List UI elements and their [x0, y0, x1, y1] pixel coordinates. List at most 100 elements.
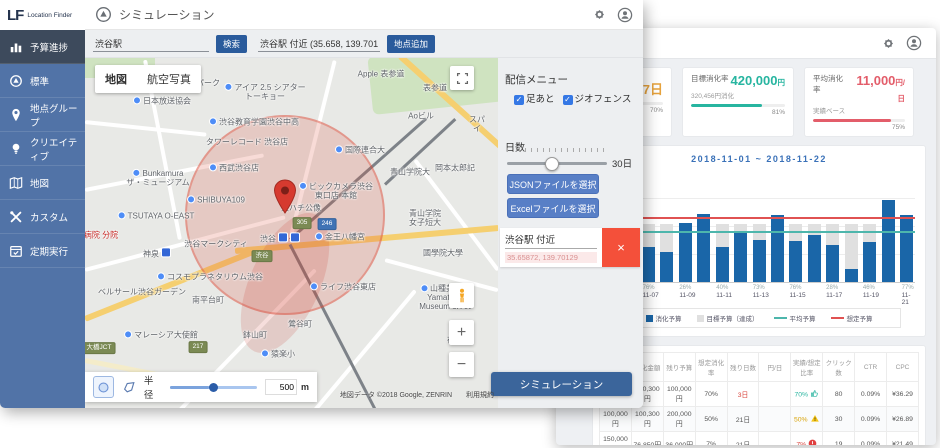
bar-group [882, 170, 895, 282]
map-label: スパイ [467, 115, 488, 133]
gear-icon[interactable] [881, 36, 896, 51]
zoom-in-button[interactable]: + [449, 320, 474, 345]
reference-line [603, 231, 915, 233]
radius-value-input[interactable] [265, 379, 297, 395]
days-slider-handle[interactable] [545, 157, 559, 171]
map-label: 青山学院 女子短大 [409, 209, 441, 227]
logo-monogram: LF [7, 7, 23, 24]
bar-group [642, 170, 655, 282]
table-cell [759, 407, 791, 432]
bar-group [660, 170, 673, 282]
table-row: 150,000円76,850円36,000円7%21日7%190.09%¥21.… [600, 432, 919, 445]
route-shield: 大橋JCT [85, 342, 115, 354]
poi-icon [209, 117, 217, 125]
table-cell: 70% [695, 382, 727, 407]
x-axis-tick: 40%11-11 [716, 285, 732, 299]
map-attribution: 地図データ ©2018 Google, ZENRIN [340, 390, 452, 400]
footprint-checkbox[interactable]: ✓足あと [514, 91, 555, 105]
delivery-panel: 配信メニュー ✓足あと ✓ジオフェンス 日数 30日 JSONファイルを選択 E… [498, 58, 643, 408]
map-label: コスモプラネタリウム渋谷 [157, 272, 263, 281]
bar-group [716, 170, 729, 282]
route-shield: 246 [318, 218, 337, 230]
add-location-button[interactable]: 地点追加 [387, 35, 435, 53]
card-percent: 75% [813, 124, 905, 131]
sidebar-item-1[interactable]: 予算進捗 [0, 30, 85, 64]
geofence-checkbox[interactable]: ✓ジオフェンス [563, 91, 632, 105]
days-slider[interactable] [507, 162, 607, 165]
map-label: 日本放送協会 [133, 96, 191, 105]
sidebar-item-label: カスタム [30, 210, 68, 224]
table-header-row: 予算消化金額残り予算想定消化率残り日数円/日実績/想定比率クリック数CTRCPC [600, 353, 919, 382]
circle-tool-icon[interactable] [93, 376, 114, 398]
kpi-card-target-rate: 目標消化率 420,000円 320,456円消化 81% [682, 67, 794, 137]
table-header-cell: 残り予算 [663, 353, 695, 382]
map-type-map[interactable]: 地図 [95, 65, 137, 93]
table-cell: 50% [695, 407, 727, 432]
sidebar-item-6[interactable]: カスタム [0, 200, 85, 234]
user-icon[interactable] [906, 35, 922, 51]
card-progress [691, 104, 785, 107]
card-percent: 81% [691, 109, 785, 116]
table-cell: 36,000円 [663, 432, 695, 445]
bar-group [697, 170, 710, 282]
legend-item: 想定予算 [831, 313, 873, 323]
poi-icon [420, 284, 428, 292]
sidebar-item-5[interactable]: 地図 [0, 166, 85, 200]
bar-group [679, 170, 692, 282]
station-icon [161, 247, 171, 257]
bar-group [734, 170, 747, 282]
poi-icon [187, 195, 195, 203]
gear-icon[interactable] [592, 7, 607, 22]
sidebar-item-2[interactable]: 標準 [0, 64, 85, 98]
sidebar-item-7[interactable]: 定期実行 [0, 234, 85, 268]
sidebar-item-3[interactable]: 地点グループ [0, 98, 85, 132]
bar-group [900, 170, 913, 282]
map-canvas[interactable]: Apple 表参道表参道パーク日本放送協会アイア 2.5 シアター トーキョー渋… [85, 58, 498, 408]
user-icon[interactable] [617, 7, 633, 23]
map-label: 病院 分院 [85, 230, 118, 239]
select-json-button[interactable]: JSONファイルを選択 [507, 174, 599, 194]
map-type-satellite[interactable]: 航空写真 [137, 65, 201, 93]
table-cell: 21日 [727, 432, 759, 445]
location-input[interactable] [258, 36, 380, 52]
chart-legend: 消化予算目標予算（達成）平均予算想定予算 [617, 308, 901, 328]
fullscreen-button[interactable] [450, 66, 474, 90]
sidebar-item-label: 定期実行 [30, 244, 68, 258]
map-label: Apple 表参道 [358, 69, 405, 78]
table-header-cell: CTR [855, 353, 887, 382]
radius-slider[interactable] [170, 386, 257, 389]
table-cell: 0.09% [855, 407, 887, 432]
poi-icon [310, 282, 318, 290]
map-pin[interactable] [272, 179, 298, 220]
search-input[interactable] [93, 36, 209, 52]
select-excel-button[interactable]: Excelファイルを選択 [507, 198, 599, 218]
delete-location-button[interactable]: × [602, 228, 640, 267]
pegman-icon[interactable] [449, 283, 474, 308]
target-icon [9, 74, 23, 88]
window-header: シミュレーション [85, 0, 643, 30]
poi-icon [335, 145, 343, 153]
location-list-item: 渋谷駅 付近 35.65872, 139.70129 × [500, 228, 640, 267]
table-cell: 0.09% [855, 382, 887, 407]
map-terms-link[interactable]: 利用規約 [466, 390, 494, 400]
table-cell: 100,300円 [631, 407, 663, 432]
map-label: 南平台町 [192, 295, 224, 304]
map-label: 金王八幡宮 [315, 232, 365, 241]
checkbox-checked-icon: ✓ [514, 95, 524, 105]
days-slider-ticks [507, 148, 607, 152]
page-title: シミュレーション [119, 6, 215, 23]
chart-date-range: 2018-11-01 ~ 2018-11-22 [603, 154, 915, 164]
radius-slider-handle[interactable] [209, 383, 218, 392]
tools-icon [9, 210, 23, 224]
polygon-tool-icon[interactable] [122, 380, 136, 394]
zoom-out-button[interactable]: − [449, 352, 474, 377]
simulate-button[interactable]: シミュレーション [491, 372, 632, 396]
table-cell: 21日 [727, 407, 759, 432]
table-header-cell: 想定消化率 [695, 353, 727, 382]
radius-label: 半径 [144, 373, 162, 401]
sidebar-item-4[interactable]: クリエイティブ [0, 132, 85, 166]
card-label: 平均消化率 [813, 73, 850, 95]
table-header-cell: クリック数 [823, 353, 855, 382]
table-cell: 200,000円 [663, 407, 695, 432]
search-button[interactable]: 検索 [216, 35, 247, 53]
